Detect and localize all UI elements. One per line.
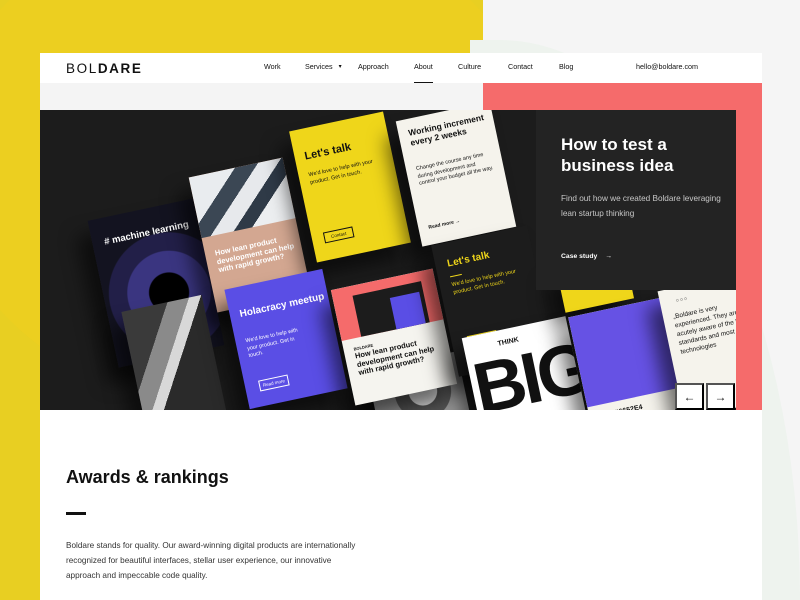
arrow-right-icon: →: [714, 389, 727, 404]
tile-lean-product-2[interactable]: BOLDARE How lean product development can…: [330, 268, 458, 406]
nav-approach[interactable]: Approach: [358, 62, 389, 71]
tile-body: We'd love to help with your product. Get…: [308, 158, 374, 186]
section-divider: [66, 512, 86, 515]
nav-blog[interactable]: Blog: [559, 62, 573, 71]
site-header: BOLDARE Work Services ▾ Approach About Cu…: [40, 53, 762, 84]
logo-light-part: BOL: [66, 61, 98, 76]
tile-read-more-link[interactable]: Read more →: [428, 218, 461, 231]
web-page: BOLDARE Work Services ▾ Approach About Cu…: [40, 53, 762, 600]
arrow-left-icon: ←: [683, 389, 696, 404]
case-study-card: How to test a business idea Find out how…: [536, 110, 736, 290]
arrow-right-icon: →: [605, 253, 613, 260]
nav-services-label: Services: [305, 62, 333, 71]
tile-title: Working increment every 2 weeks: [407, 112, 485, 148]
nav-contact[interactable]: Contact: [508, 62, 533, 71]
case-study-link-label: Case study: [561, 253, 598, 260]
awards-description: Boldare stands for quality. Our award-wi…: [66, 541, 356, 581]
nav-culture[interactable]: Culture: [458, 62, 481, 71]
client-logo-icon: ◇ ◇ ◇: [675, 295, 688, 303]
tile-contact-button[interactable]: Contact: [322, 226, 355, 244]
tile-holacracy[interactable]: Holacracy meetup We'd love to help with …: [224, 268, 348, 410]
tile-body: We'd love to help with your product. Get…: [451, 268, 517, 296]
chevron-down-icon: ▾: [338, 64, 342, 70]
tile-big-text: BIG: [466, 327, 589, 410]
tile-working-increment[interactable]: Working increment every 2 weeks Change t…: [395, 110, 517, 247]
case-study-title: How to test a business idea: [561, 135, 674, 176]
nav-about[interactable]: About: [414, 62, 433, 84]
tile-title: How lean product development can help wi…: [354, 338, 435, 378]
tile-title: Holacracy meetup: [238, 291, 326, 320]
tile-body: Change the course any time during develo…: [415, 151, 495, 188]
slider-prev-button[interactable]: ←: [675, 383, 704, 410]
testimonial-text: „Boldare is very experienced. They are a…: [672, 304, 736, 357]
boldare-logo[interactable]: BOLDARE: [66, 61, 142, 76]
tile-title: Let's talk: [446, 249, 491, 270]
tile-lets-talk-yellow[interactable]: Let's talk We'd love to help with your p…: [289, 111, 411, 263]
nav-work[interactable]: Work: [264, 62, 281, 71]
tile-read-more-button[interactable]: Read more: [258, 374, 290, 392]
case-study-description: Find out how we created Boldare leveragi…: [561, 194, 721, 219]
tile-divider: [449, 273, 462, 278]
tile-image: [330, 268, 444, 341]
logo-bold-part: DARE: [97, 61, 143, 76]
screen-mockup-2: [389, 291, 426, 330]
awards-heading: Awards & rankings: [66, 467, 229, 487]
tile-title: # machine learning: [103, 219, 190, 248]
app-screenshot-image: [188, 157, 296, 239]
slider-next-button[interactable]: →: [706, 383, 735, 410]
nav-services[interactable]: Services ▾: [305, 62, 342, 71]
tile-body: We'd love to help with your product. Get…: [245, 327, 299, 360]
swatch-hex-label: #6652E4: [614, 404, 643, 410]
case-study-link[interactable]: Case study →: [561, 253, 612, 260]
tile-title: Let's talk: [303, 141, 353, 163]
contact-email-link[interactable]: hello@boldare.com: [636, 62, 698, 71]
tile-title: How lean product development can help wi…: [214, 235, 295, 275]
